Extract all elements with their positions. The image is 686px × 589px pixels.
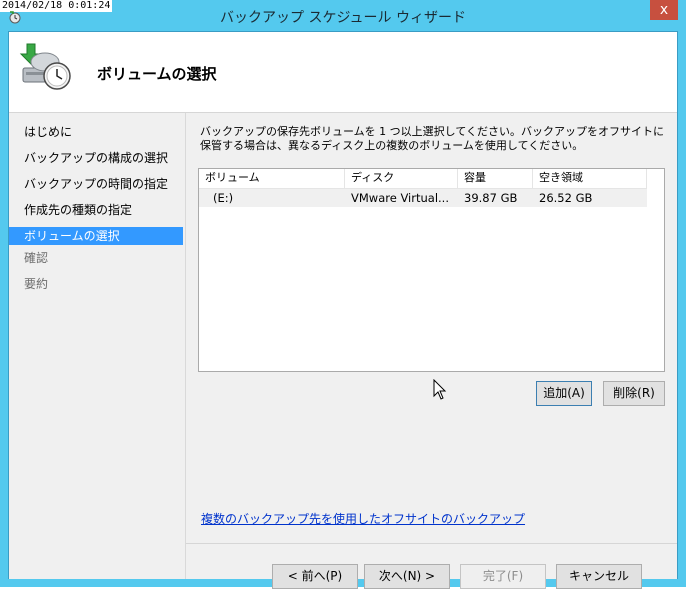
backup-schedule-icon — [19, 43, 71, 90]
cell-disk: VMware Virtual... — [351, 191, 449, 205]
volume-list[interactable]: ボリューム ディスク 容量 空き領域 (E:) VMware Virtual..… — [198, 168, 665, 372]
column-header-volume[interactable]: ボリューム — [199, 169, 345, 188]
column-header-free-space[interactable]: 空き領域 — [533, 169, 647, 188]
cell-volume: (E:) — [213, 191, 234, 205]
wizard-steps-sidebar: はじめに バックアップの構成の選択 バックアップの時間の指定 作成先の種類の指定… — [9, 113, 186, 579]
close-button[interactable]: x — [650, 0, 678, 20]
add-button[interactable]: 追加(A) — [536, 381, 592, 406]
wizard-client-area: ボリュームの選択 はじめに バックアップの構成の選択 バックアップの時間の指定 … — [8, 31, 678, 589]
wizard-header: ボリュームの選択 — [9, 32, 677, 113]
step-confirmation: 確認 — [24, 251, 49, 265]
cell-capacity: 39.87 GB — [464, 191, 518, 205]
finish-button: 完了(F) — [460, 564, 546, 589]
step-select-backup-config[interactable]: バックアップの構成の選択 — [9, 149, 183, 167]
window-title: バックアップ スケジュール ウィザード — [220, 10, 466, 26]
footer-divider — [186, 543, 677, 544]
title-bar[interactable]: 2014/02/18 0:01:24 バックアップ スケジュール ウィザード x — [0, 0, 686, 30]
volume-list-header: ボリューム ディスク 容量 空き領域 — [199, 169, 647, 189]
wizard-content: バックアップの保存先ボリュームを 1 つ以上選択してください。バックアップをオフ… — [186, 113, 677, 589]
step-summary: 要約 — [24, 277, 49, 291]
table-row[interactable]: (E:) VMware Virtual... 39.87 GB 26.52 GB — [199, 189, 647, 207]
offsite-backup-link[interactable]: 複数のバックアップ先を使用したオフサイトのバックアップ — [201, 510, 525, 527]
step-specify-backup-time[interactable]: バックアップの時間の指定 — [9, 175, 183, 193]
next-button[interactable]: 次へ(N) > — [364, 564, 450, 589]
remove-button[interactable]: 削除(R) — [603, 381, 665, 406]
column-header-capacity[interactable]: 容量 — [458, 169, 533, 188]
cell-free-space: 26.52 GB — [539, 191, 593, 205]
wizard-window: 2014/02/18 0:01:24 バックアップ スケジュール ウィザード x… — [0, 0, 686, 589]
page-title: ボリュームの選択 — [97, 65, 217, 83]
step-select-volume[interactable]: ボリュームの選択 — [9, 227, 183, 245]
column-header-disk[interactable]: ディスク — [345, 169, 458, 188]
step-specify-destination-type[interactable]: 作成先の種類の指定 — [9, 201, 183, 219]
cancel-button[interactable]: キャンセル — [556, 564, 642, 589]
mouse-cursor-icon — [433, 379, 447, 400]
step-getting-started[interactable]: はじめに — [9, 123, 183, 141]
instruction-text: バックアップの保存先ボリュームを 1 つ以上選択してください。バックアップをオフ… — [200, 125, 664, 152]
back-button[interactable]: < 前へ(P) — [272, 564, 358, 589]
